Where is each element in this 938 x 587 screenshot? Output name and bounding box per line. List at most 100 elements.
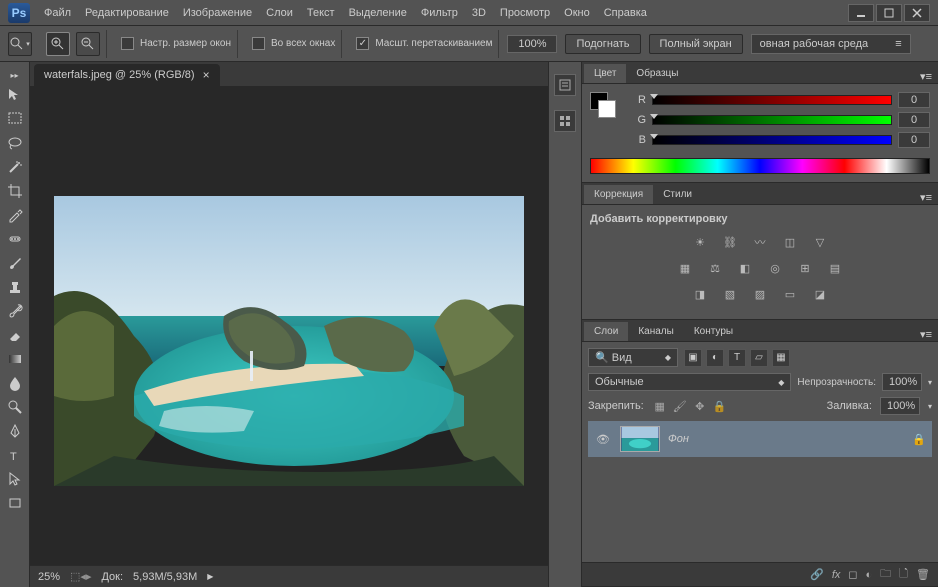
menu-window[interactable]: Окно [564,7,590,19]
magic-wand-tool-icon[interactable] [3,156,27,178]
status-zoom[interactable]: 25% [38,571,60,583]
close-tab-icon[interactable]: × [203,68,210,82]
filter-shape-icon[interactable]: ▱ [750,349,768,367]
ps-logo[interactable]: Ps [8,3,30,23]
pen-tool-icon[interactable] [3,420,27,442]
canvas[interactable] [30,86,548,565]
menu-select[interactable]: Выделение [349,7,407,19]
brightness-contrast-icon[interactable]: ☀ [690,233,710,251]
filter-adjust-icon[interactable]: ◐ [706,349,724,367]
maximize-button[interactable] [876,4,902,22]
opacity-dropdown-icon[interactable]: ▾ [928,378,932,387]
gradient-tool-icon[interactable] [3,348,27,370]
type-tool-icon[interactable]: T [3,444,27,466]
photo-filter-icon[interactable]: ◎ [765,259,785,277]
tab-adjustments[interactable]: Коррекция [584,185,653,204]
levels-icon[interactable]: ⛓ [720,233,740,251]
color-panel-menu-icon[interactable]: ▾≡ [914,70,938,83]
layer-lock-icon[interactable]: 🔒 [912,433,926,446]
fill-field[interactable]: 100% [880,397,920,415]
shape-tool-icon[interactable] [3,492,27,514]
eraser-tool-icon[interactable] [3,324,27,346]
history-brush-tool-icon[interactable] [3,300,27,322]
status-doc-size[interactable]: 5,93M/5,93M [133,571,197,583]
stamp-tool-icon[interactable] [3,276,27,298]
color-spectrum[interactable] [590,158,930,174]
workspace-dropdown[interactable]: овная рабочая среда≡ [751,34,911,54]
r-value[interactable]: 0 [898,92,930,108]
scrubby-zoom-checkbox[interactable] [356,37,369,50]
menu-layers[interactable]: Слои [266,7,293,19]
zoom-out-icon[interactable] [76,32,100,56]
layers-panel-menu-icon[interactable]: ▾≡ [914,328,938,341]
minimize-button[interactable] [848,4,874,22]
tab-swatches[interactable]: Образцы [626,64,688,83]
channel-mixer-icon[interactable]: ⊞ [795,259,815,277]
adjustments-panel-menu-icon[interactable]: ▾≡ [914,191,938,204]
properties-panel-icon[interactable] [554,110,576,132]
lasso-tool-icon[interactable] [3,132,27,154]
b-value[interactable]: 0 [898,132,930,148]
menu-image[interactable]: Изображение [183,7,252,19]
blend-mode-dropdown[interactable]: Обычные◆ [588,373,791,391]
threshold-icon[interactable]: ▨ [750,285,770,303]
r-slider[interactable] [652,95,892,105]
color-balance-icon[interactable]: ⚖ [705,259,725,277]
document-tab[interactable]: waterfals.jpeg @ 25% (RGB/8) × [34,64,220,86]
menu-view[interactable]: Просмотр [500,7,550,19]
b-slider[interactable] [652,135,892,145]
hue-sat-icon[interactable]: ▦ [675,259,695,277]
new-layer-icon[interactable]: 🗋 [899,565,908,584]
move-tool-icon[interactable] [3,84,27,106]
color-lookup-icon[interactable]: ▤ [825,259,845,277]
filter-pixel-icon[interactable]: ▣ [684,349,702,367]
delete-layer-icon[interactable]: 🗑 [916,568,930,581]
link-layers-icon[interactable]: 🔗 [810,568,824,581]
lock-all-icon[interactable]: 🔒 [712,398,728,414]
gradient-map-icon[interactable]: ▭ [780,285,800,303]
menu-text[interactable]: Текст [307,7,335,19]
history-panel-icon[interactable] [554,74,576,96]
blur-tool-icon[interactable] [3,372,27,394]
filter-type-icon[interactable]: T [728,349,746,367]
dodge-tool-icon[interactable] [3,396,27,418]
tool-preset-icon[interactable]: ▾ [8,32,32,56]
zoom-percent-field[interactable]: 100% [507,35,557,53]
toolbox-expand-icon[interactable]: ▸▸ [0,68,29,82]
new-fill-adjust-icon[interactable]: ◐ [866,569,873,581]
fullscreen-button[interactable]: Полный экран [649,34,743,54]
tab-channels[interactable]: Каналы [628,322,684,341]
vibrance-icon[interactable]: ▽ [810,233,830,251]
brush-tool-icon[interactable] [3,252,27,274]
tab-paths[interactable]: Контуры [684,322,743,341]
layer-name[interactable]: Фон [668,433,689,445]
zoom-in-icon[interactable] [46,32,70,56]
background-swatch[interactable] [598,100,616,118]
layer-style-icon[interactable]: fx [832,569,841,581]
tab-layers[interactable]: Слои [584,322,628,341]
invert-icon[interactable]: ◨ [690,285,710,303]
fill-dropdown-icon[interactable]: ▾ [928,402,932,411]
exposure-icon[interactable]: ◫ [780,233,800,251]
eyedropper-tool-icon[interactable] [3,204,27,226]
crop-tool-icon[interactable] [3,180,27,202]
selective-color-icon[interactable]: ◪ [810,285,830,303]
layer-filter-dropdown[interactable]: 🔍 Вид◆ [588,348,678,367]
all-windows-checkbox[interactable] [252,37,265,50]
menu-3d[interactable]: 3D [472,7,486,19]
status-nav-icon[interactable]: ⬚◂▸ [70,570,91,583]
menu-edit[interactable]: Редактирование [85,7,169,19]
close-button[interactable] [904,4,930,22]
lock-position-icon[interactable]: ✥ [692,398,708,414]
g-slider[interactable] [652,115,892,125]
layer-thumbnail[interactable] [620,426,660,452]
menu-file[interactable]: Файл [44,7,71,19]
marquee-tool-icon[interactable] [3,108,27,130]
layer-mask-icon[interactable]: ◻ [848,568,857,581]
opacity-field[interactable]: 100% [882,373,922,391]
path-select-tool-icon[interactable] [3,468,27,490]
filter-smart-icon[interactable]: ▦ [772,349,790,367]
black-white-icon[interactable]: ◧ [735,259,755,277]
tab-styles[interactable]: Стили [653,185,702,204]
layer-row[interactable]: 👁 Фон 🔒 [588,421,932,457]
